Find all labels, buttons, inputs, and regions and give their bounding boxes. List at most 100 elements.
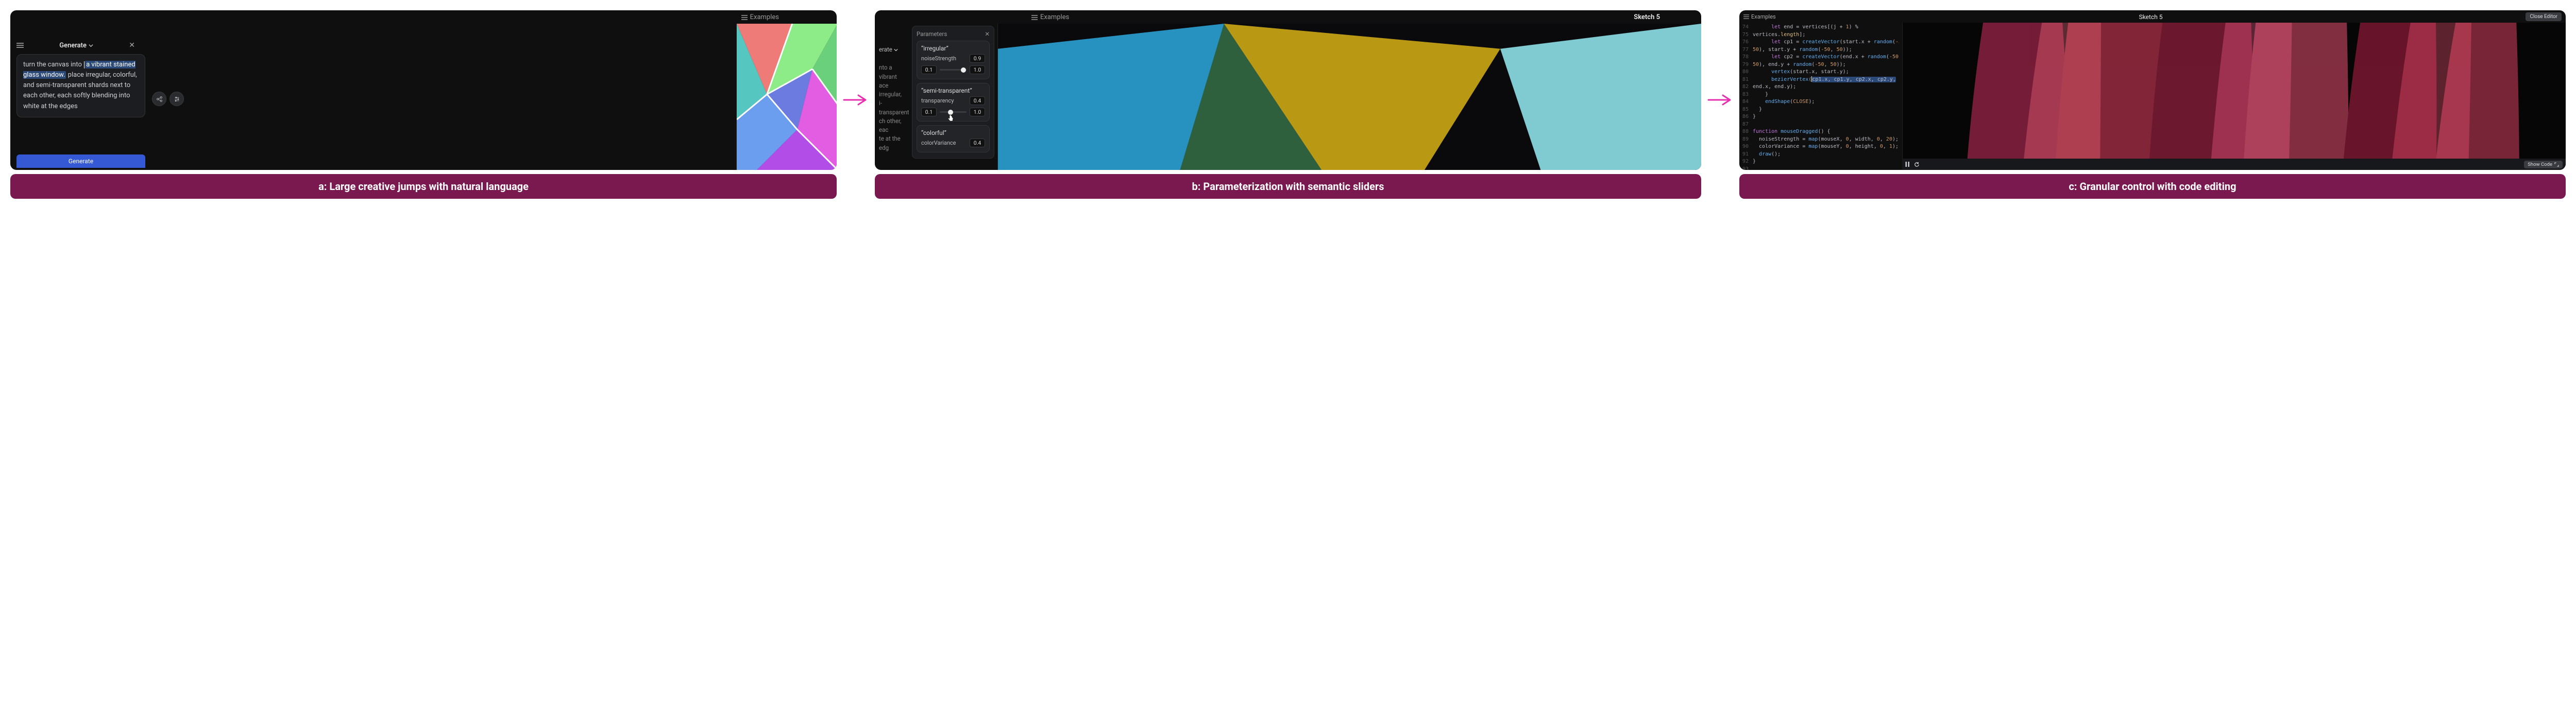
menu-icon[interactable] bbox=[16, 43, 24, 48]
code-line[interactable]: 82end.x, end.y); bbox=[1739, 83, 1896, 91]
line-number: 89 bbox=[1739, 136, 1753, 144]
panel-b-wrap: Examples Sketch 5 bbox=[875, 10, 1701, 199]
code-line[interactable]: 87 bbox=[1739, 121, 1896, 129]
code-line[interactable]: 85 } bbox=[1739, 106, 1896, 114]
param-value[interactable]: 0.9 bbox=[970, 54, 985, 63]
share-button[interactable] bbox=[152, 92, 166, 106]
close-icon[interactable]: ✕ bbox=[129, 41, 135, 49]
code-line[interactable]: 75vertices.length]; bbox=[1739, 31, 1896, 39]
slider[interactable] bbox=[940, 111, 967, 113]
param-value[interactable]: 0.4 bbox=[970, 139, 985, 147]
param-quote: “irregular” bbox=[921, 45, 985, 52]
line-number: 85 bbox=[1739, 106, 1753, 114]
slider[interactable] bbox=[940, 69, 967, 71]
tab-examples-label: Examples bbox=[1751, 13, 1776, 20]
tab-examples[interactable]: Examples bbox=[1743, 13, 1776, 20]
param-group: “irregular” noiseStrength 0.9 0.1 1.0 bbox=[917, 41, 990, 79]
list-icon bbox=[1031, 15, 1038, 20]
generate-dropdown[interactable]: Generate bbox=[28, 42, 125, 49]
figure-row: Examples bbox=[10, 10, 2566, 199]
line-number: 83 bbox=[1739, 91, 1753, 99]
line-number: 80 bbox=[1739, 68, 1753, 76]
panel-c-wrap: Examples Sketch 5 Close Editor 74 let en… bbox=[1739, 10, 2566, 199]
close-editor-button[interactable]: Close Editor bbox=[2526, 12, 2562, 21]
param-quote: “semi-transparent” bbox=[921, 87, 985, 94]
show-code-button[interactable]: Show Code bbox=[2524, 161, 2563, 168]
code-editor[interactable]: 74 let end = vertices[(j + 1) %75vertice… bbox=[1739, 23, 1899, 170]
tab-examples[interactable]: Examples bbox=[741, 13, 779, 21]
param-name: transparency bbox=[921, 97, 954, 104]
code-line[interactable]: 74 let end = vertices[(j + 1) % bbox=[1739, 24, 1896, 31]
chevron-down-icon bbox=[89, 43, 93, 48]
param-quote: “colorful” bbox=[921, 129, 985, 136]
tab-examples-label: Examples bbox=[1040, 13, 1069, 21]
code-line[interactable]: 90 colorVariance = map(mouseY, 0, height… bbox=[1739, 143, 1896, 151]
prompt-textarea[interactable]: turn the canvas into a vibrant stained g… bbox=[16, 54, 145, 117]
code-line[interactable]: 78 let cp2 = createVector(end.x + random… bbox=[1739, 54, 1896, 61]
prompt-fragment: ace irregular, bbox=[879, 81, 907, 99]
canvas-preview[interactable] bbox=[1902, 23, 2566, 159]
parameters-panel: Parameters ✕ “irregular” noiseStrength 0… bbox=[912, 26, 994, 159]
line-number: 76 bbox=[1739, 39, 1753, 46]
generate-submit-button[interactable]: Generate bbox=[16, 154, 145, 168]
line-number: 81 bbox=[1739, 76, 1753, 84]
code-line[interactable]: 7950), end.y + random(-50, 50)); bbox=[1739, 61, 1896, 69]
reload-icon[interactable] bbox=[1914, 162, 1920, 167]
list-icon bbox=[1743, 14, 1749, 19]
line-number: 91 bbox=[1739, 151, 1753, 159]
param-name: colorVariance bbox=[921, 140, 956, 146]
code-line[interactable]: 92} bbox=[1739, 158, 1896, 166]
prompt-prefix: turn the canvas into bbox=[23, 61, 83, 68]
prompt-fragment: nto a vibrant bbox=[879, 63, 907, 81]
code-line[interactable]: 83 } bbox=[1739, 91, 1896, 99]
line-number: 75 bbox=[1739, 31, 1753, 39]
panel-b: Examples Sketch 5 bbox=[875, 10, 1701, 170]
line-number: 78 bbox=[1739, 54, 1753, 61]
code-line[interactable]: 84 endShape(CLOSE); bbox=[1739, 98, 1896, 106]
code-line[interactable]: 86} bbox=[1739, 113, 1896, 121]
generate-label: Generate bbox=[59, 42, 87, 49]
editor-topbar: Examples Sketch 5 Close Editor bbox=[1743, 12, 2562, 21]
code-line[interactable]: 80 vertex(start.x, start.y); bbox=[1739, 68, 1896, 76]
arrow-ab bbox=[843, 92, 869, 117]
sliders-button[interactable] bbox=[170, 92, 184, 106]
arrow-bc bbox=[1707, 92, 1733, 117]
panel-a-wrap: Examples bbox=[10, 10, 837, 199]
panel-a: Examples bbox=[10, 10, 837, 170]
code-line[interactable]: 88function mouseDragged() { bbox=[1739, 128, 1896, 136]
caption-c: c: Granular control with code editing bbox=[1739, 174, 2566, 199]
code-line[interactable]: 81 bezierVertex(cp1.x, cp1.y, cp2.x, cp2… bbox=[1739, 76, 1896, 84]
line-number: 87 bbox=[1739, 121, 1753, 129]
canvas-preview[interactable] bbox=[736, 24, 837, 170]
line-number: 88 bbox=[1739, 128, 1753, 136]
code-line[interactable]: 91 draw(); bbox=[1739, 151, 1896, 159]
line-number: 77 bbox=[1739, 46, 1753, 54]
slider-min: 0.1 bbox=[921, 65, 937, 74]
pause-icon[interactable] bbox=[1905, 162, 1910, 167]
sketch-title: Sketch 5 bbox=[1776, 13, 2526, 21]
line-number: 79 bbox=[1739, 61, 1753, 69]
line-number: 93 bbox=[1739, 166, 1753, 170]
line-number: 74 bbox=[1739, 24, 1753, 31]
param-group: “colorful” colorVariance 0.4 bbox=[917, 125, 990, 152]
code-line[interactable]: 7750), start.y + random(-50, 50)); bbox=[1739, 46, 1896, 54]
share-icon bbox=[156, 96, 163, 102]
line-number: 82 bbox=[1739, 83, 1753, 91]
close-icon[interactable]: ✕ bbox=[985, 30, 990, 38]
expand-icon bbox=[2554, 162, 2559, 167]
tab-examples[interactable]: Examples bbox=[1031, 13, 1069, 21]
prompt-fragment: i-transparent bbox=[879, 99, 907, 117]
prompt-side-actions bbox=[152, 92, 184, 106]
code-line[interactable]: 76 let cp1 = createVector(start.x + rand… bbox=[1739, 39, 1896, 46]
code-line[interactable]: 93 bbox=[1739, 166, 1896, 170]
canvas-preview[interactable] bbox=[997, 24, 1701, 170]
sliders-icon bbox=[174, 96, 180, 102]
cursor-hand-icon bbox=[946, 114, 955, 123]
line-number: 86 bbox=[1739, 113, 1753, 121]
prompt-fragment: te at the edg bbox=[879, 134, 907, 152]
tab-examples-label: Examples bbox=[750, 13, 779, 21]
param-group: “semi-transparent” transparency 0.4 0.1 … bbox=[917, 83, 990, 122]
generate-dropdown-fragment[interactable]: erate bbox=[879, 45, 907, 54]
code-line[interactable]: 89 noiseStrength = map(mouseX, 0, width,… bbox=[1739, 136, 1896, 144]
param-value[interactable]: 0.4 bbox=[970, 96, 985, 105]
